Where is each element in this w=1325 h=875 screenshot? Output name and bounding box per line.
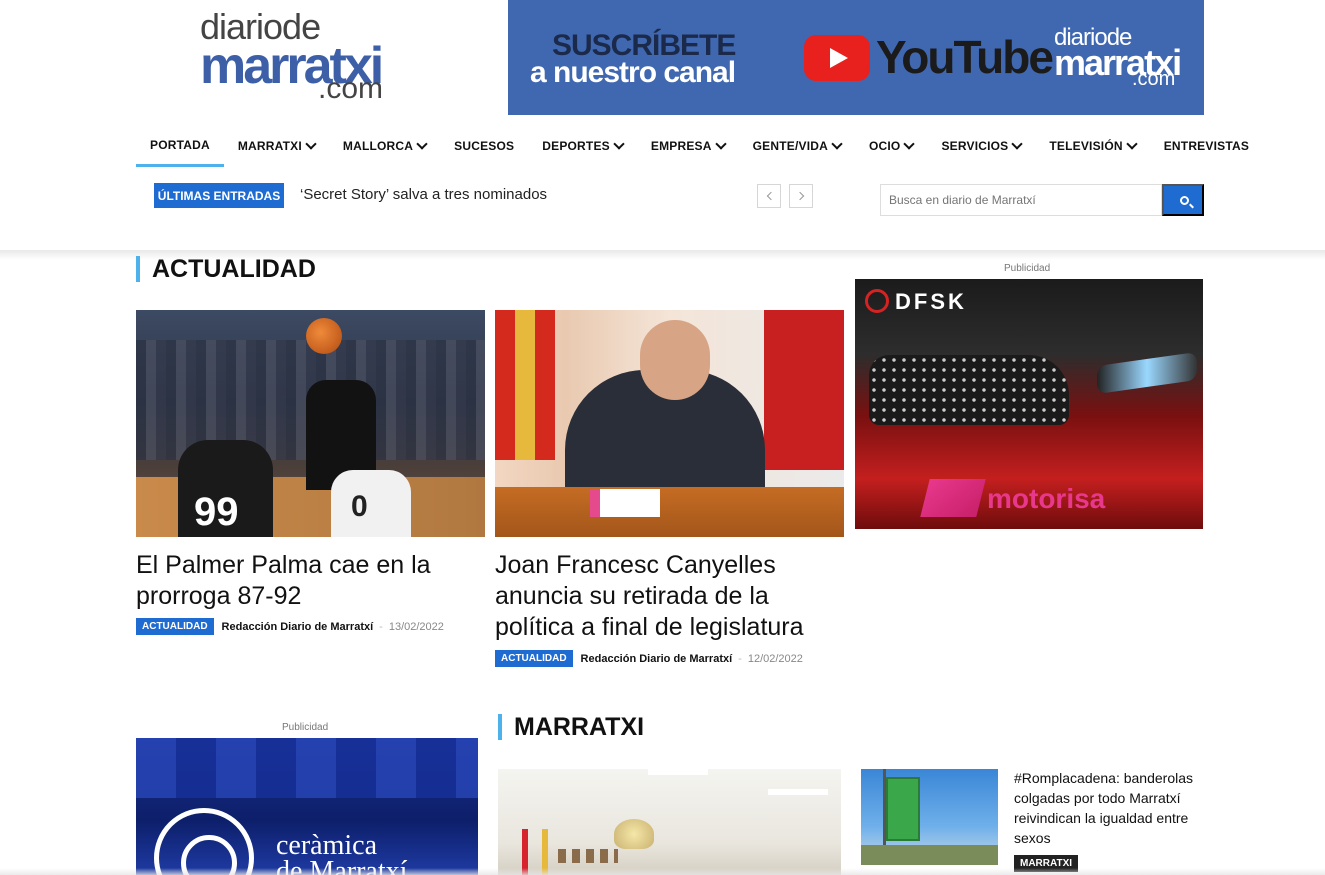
jersey-number: 99 (194, 490, 239, 534)
chevron-down-icon (714, 138, 727, 150)
image-flag (495, 310, 555, 460)
image-name-card (590, 489, 660, 517)
nav-item-portada[interactable]: PORTADA (136, 125, 224, 167)
jersey-number: 0 (351, 490, 368, 523)
nav-label: MALLORCA (342, 139, 414, 153)
logo-line3: .com (318, 72, 384, 105)
article-author[interactable]: Redacción Diario de Marratxí (581, 653, 733, 665)
image-player-0: 0 (331, 470, 411, 537)
chevron-down-icon (305, 138, 317, 150)
chevron-down-icon (903, 138, 916, 150)
article-title[interactable]: #Romplacadena: banderolas colgadas por t… (1014, 768, 1204, 848)
ad-label: Publicidad (1004, 263, 1051, 274)
nav-item-television[interactable]: TELEVISIÓN (1035, 125, 1149, 167)
article-image-banderolas[interactable] (861, 769, 998, 865)
nav-label: SUCESOS (454, 139, 515, 153)
article-date: 12/02/2022 (747, 652, 803, 665)
youtube-banner-ad[interactable]: SUSCRÍBETE a nuestro canal YouTube diari… (508, 0, 1204, 115)
section-title-marratxi: MARRATXI (498, 714, 644, 740)
article-title[interactable]: Joan Francesc Canyelles anuncia su retir… (495, 550, 840, 643)
search-button[interactable] (1162, 184, 1204, 216)
ad-brand: DFSK (895, 289, 967, 314)
article-image-basketball[interactable]: 99 0 (136, 310, 485, 537)
image-head (640, 320, 710, 400)
meta-separator: - (379, 620, 383, 633)
article-date: 13/02/2022 (388, 620, 444, 633)
ad-cups-image (136, 738, 478, 798)
image-ceiling-lights (648, 769, 708, 775)
nav-item-gente-vida[interactable]: GENTE/VIDA (739, 125, 855, 167)
basketball-icon (306, 318, 342, 354)
page: diariode marratxi .com SUSCRÍBETE a nues… (0, 0, 1325, 875)
ceramica-logo-icon (154, 808, 254, 875)
nav-label: TELEVISIÓN (1049, 139, 1123, 153)
image-frames (558, 849, 618, 863)
banner-subscribe-line2: a nuestro canal (530, 56, 736, 89)
motorisa-logo-icon (920, 479, 986, 517)
ticker-headline-link[interactable]: ‘Secret Story’ salva a tres nominados (300, 186, 547, 203)
main-nav: PORTADA MARRATXI MALLORCA SUCESOS DEPORT… (136, 125, 1263, 167)
nav-item-marratxi[interactable]: MARRATXI (224, 125, 329, 167)
banner-brand-line3: .com (1132, 68, 1176, 90)
image-banderola (886, 777, 920, 841)
chevron-down-icon (1126, 138, 1138, 150)
nav-item-entrevistas[interactable]: ENTREVISTAS (1150, 125, 1263, 167)
article-meta: ACTUALIDAD Redacción Diario de Marratxí … (495, 650, 803, 667)
nav-item-servicios[interactable]: SERVICIOS (927, 125, 1035, 167)
chevron-down-icon (1011, 138, 1024, 150)
site-logo[interactable]: diariode marratxi .com (200, 6, 400, 106)
nav-item-sucesos[interactable]: SUCESOS (440, 125, 528, 167)
image-curtain (764, 310, 844, 470)
ad-label: Publicidad (282, 722, 329, 733)
car-grille (869, 355, 1069, 425)
nav-item-empresa[interactable]: EMPRESA (637, 125, 739, 167)
article-image-politician[interactable] (495, 310, 844, 537)
chevron-down-icon (831, 138, 843, 150)
car-headlight (1097, 351, 1197, 395)
youtube-play-icon (804, 35, 870, 81)
chevron-down-icon (416, 138, 428, 150)
nav-item-deportes[interactable]: DEPORTES (528, 125, 637, 167)
nav-label: OCIO (868, 139, 901, 153)
dfsk-logo-icon (865, 289, 889, 313)
image-chandelier (614, 819, 654, 849)
nav-label: SERVICIOS (941, 139, 1009, 153)
article-title[interactable]: El Palmer Palma cae en la prorroga 87-92 (136, 550, 476, 612)
nav-label: PORTADA (150, 137, 210, 152)
nav-item-ocio[interactable]: OCIO (855, 125, 927, 167)
image-table (495, 487, 844, 537)
nav-label: ENTREVISTAS (1163, 139, 1250, 153)
nav-label: EMPRESA (650, 139, 712, 153)
ad-ceramica-marratxi[interactable]: ceràmica de Marratxí (136, 738, 478, 875)
article-image-town-hall[interactable] (498, 769, 841, 875)
nav-label: GENTE/VIDA (752, 139, 828, 153)
page-fold-shadow (0, 868, 1325, 875)
section-title-actualidad: ACTUALIDAD (136, 256, 316, 282)
ticker-prev-button[interactable] (757, 184, 781, 208)
article-meta: ACTUALIDAD Redacción Diario de Marratxí … (136, 618, 444, 635)
search-input[interactable] (880, 184, 1162, 216)
nav-label: MARRATXI (237, 139, 302, 153)
category-badge[interactable]: ACTUALIDAD (495, 650, 573, 667)
ticker-label: ÚLTIMAS ENTRADAS (154, 183, 284, 208)
ticker-next-button[interactable] (789, 184, 813, 208)
nav-label: DEPORTES (542, 139, 610, 153)
category-badge[interactable]: ACTUALIDAD (136, 618, 214, 635)
article-author[interactable]: Redacción Diario de Marratxí (222, 621, 374, 633)
nav-item-mallorca[interactable]: MALLORCA (329, 125, 440, 167)
ad-dealer: motorisa (987, 483, 1106, 514)
ad-dfsk-motorisa[interactable]: DFSK motorisa (855, 279, 1203, 529)
chevron-down-icon (613, 138, 625, 150)
banner-youtube-text: YouTube (876, 31, 1054, 83)
image-trees (861, 845, 998, 865)
search-icon (1180, 196, 1189, 205)
image-player-99: 99 (178, 440, 273, 537)
meta-separator: - (738, 652, 742, 665)
